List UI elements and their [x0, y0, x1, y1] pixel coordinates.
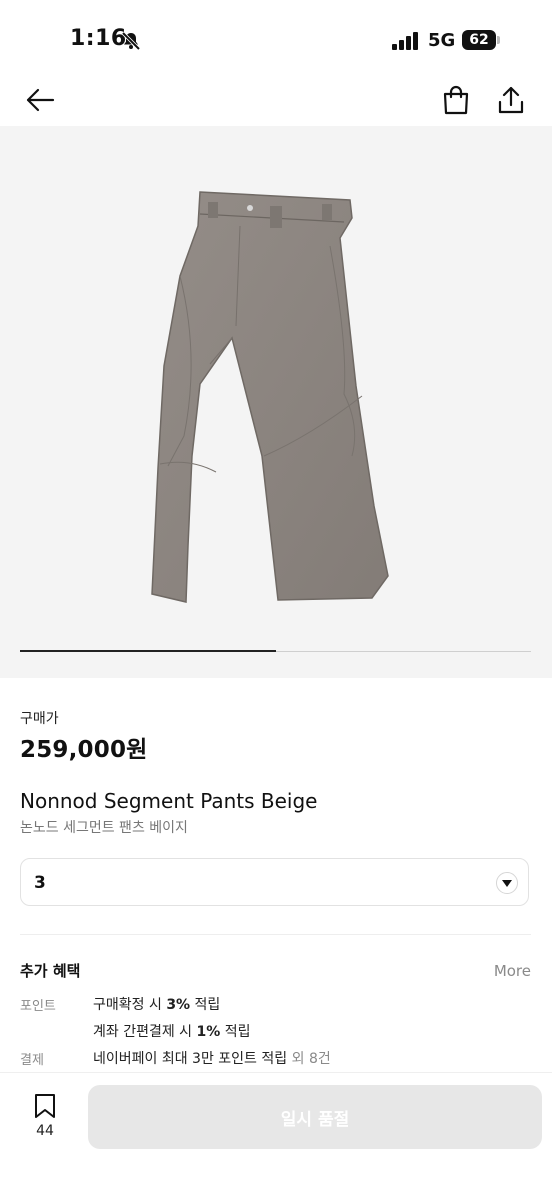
product-image: [151, 191, 389, 603]
bell-off-icon: [120, 30, 142, 56]
point-line1-pre: 구매확정 시: [93, 997, 167, 1013]
point-label: 포인트: [20, 999, 56, 1014]
payment-benefit-text: 네이버페이 최대 3만 포인트 적립: [93, 1051, 288, 1067]
point-line2-pre: 계좌 간편결제 시: [93, 1024, 197, 1040]
product-image-carousel[interactable]: [0, 126, 552, 678]
size-select[interactable]: 3: [20, 858, 529, 906]
section-divider: [20, 934, 531, 935]
point-line2-post: 적립: [220, 1024, 251, 1040]
point-line1-post: 적립: [190, 997, 221, 1013]
battery-tip: [497, 36, 500, 44]
carousel-active-segment: [20, 650, 276, 652]
status-time: 1:16: [70, 26, 127, 51]
product-name-korean: 논노드 세그먼트 팬츠 베이지: [20, 820, 188, 836]
status-bar: 1:16 5G 62: [0, 0, 552, 80]
point-line1-rate: 3%: [166, 997, 191, 1013]
payment-benefit: 네이버페이 최대 3만 포인트 적립 외 8건: [93, 1048, 331, 1068]
signal-icon: [392, 32, 420, 54]
payment-label: 결제: [20, 1053, 44, 1068]
point-benefit-purchase: 구매확정 시 3% 적립: [93, 994, 220, 1014]
payment-benefit-extra: 외 8건: [291, 1051, 331, 1067]
bottom-action-bar: 44 일시 품절: [0, 1072, 552, 1201]
battery-icon: 62: [462, 30, 496, 50]
bookmark-icon: [34, 1093, 56, 1123]
bookmark-button[interactable]: 44: [26, 1093, 64, 1141]
sold-out-button[interactable]: 일시 품절: [88, 1085, 542, 1149]
nav-bar: [0, 72, 552, 124]
price-label: 구매가: [20, 711, 59, 727]
share-icon[interactable]: [493, 82, 529, 118]
benefits-title: 추가 혜택: [20, 962, 81, 980]
shopping-bag-icon[interactable]: [438, 82, 474, 118]
product-name: Nonnod Segment Pants Beige: [20, 789, 318, 813]
carousel-indicator: [20, 650, 531, 652]
chevron-down-icon: [496, 872, 518, 894]
bookmark-count: 44: [36, 1123, 54, 1139]
network-label: 5G: [428, 30, 456, 51]
benefits-more-link[interactable]: More: [494, 962, 531, 980]
price-value: 259,000원: [20, 737, 148, 763]
point-benefit-account: 계좌 간편결제 시 1% 적립: [93, 1021, 251, 1041]
point-line2-rate: 1%: [196, 1024, 221, 1040]
back-arrow-icon[interactable]: [22, 82, 58, 118]
size-select-value: 3: [34, 873, 46, 893]
